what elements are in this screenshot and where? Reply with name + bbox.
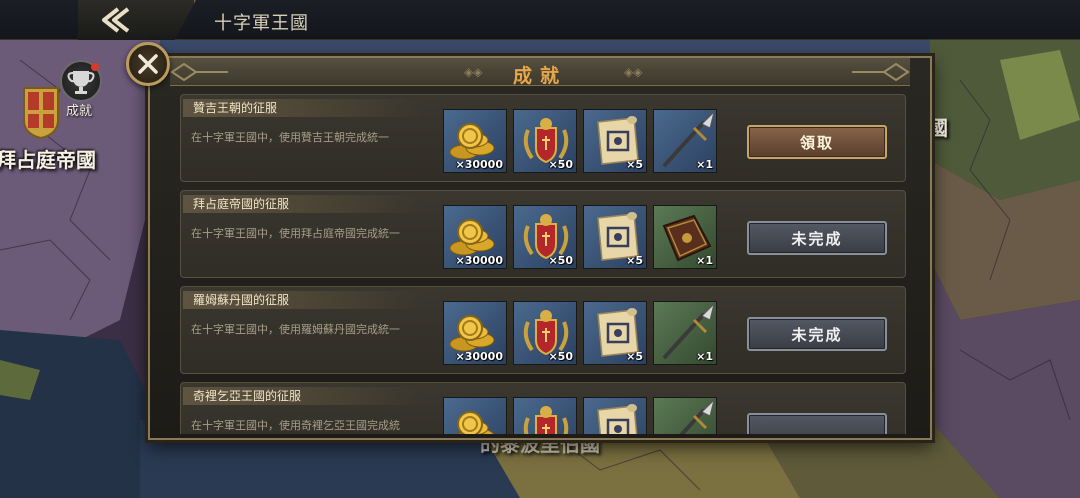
- reward-item[interactable]: ×5: [583, 205, 647, 269]
- reward-quantity: ×1: [696, 158, 713, 171]
- reward-quantity: ×50: [548, 350, 573, 363]
- reward-quantity: ×30000: [455, 158, 504, 171]
- reward-item[interactable]: [653, 397, 717, 434]
- achievement-title: 拜占庭帝國的征服: [183, 195, 423, 213]
- reward-item[interactable]: ×50: [513, 301, 577, 365]
- achievement-description: 在十字軍王國中，使用奇裡乞亞王國完成統: [191, 419, 400, 432]
- reward-item[interactable]: ×50: [513, 205, 577, 269]
- region-label-byzantine: 拜占庭帝國: [0, 148, 96, 172]
- reward-quantity: ×5: [626, 350, 643, 363]
- reward-item[interactable]: ×30000: [443, 301, 507, 365]
- medal-emblem-icon: [523, 406, 569, 434]
- close-icon: [138, 54, 158, 74]
- page-title: 十字軍王國: [214, 13, 309, 34]
- reward-item[interactable]: ×5: [583, 301, 647, 365]
- claim-button[interactable]: 領取: [747, 125, 887, 159]
- reward-item[interactable]: ×50: [513, 109, 577, 173]
- panel-header: ◈◈ 成就 ◈◈: [170, 58, 910, 87]
- reward-quantity: ×50: [548, 254, 573, 267]
- reward-quantity: ×1: [696, 350, 713, 363]
- achievement-button[interactable]: [60, 60, 102, 102]
- achievement-row: 奇裡乞亞王國的征服在十字軍王國中，使用奇裡乞亞王國完成統: [180, 382, 906, 434]
- achievement-description: 在十字軍王國中，使用羅姆蘇丹國完成統一: [191, 323, 400, 336]
- reward-quantity: ×30000: [455, 254, 504, 267]
- achievement-description: 在十字軍王國中，使用贊吉王朝完成統一: [191, 131, 389, 144]
- reward-quantity: ×1: [696, 254, 713, 267]
- back-button[interactable]: [78, 0, 196, 40]
- back-arrow-icon: [102, 7, 130, 33]
- reward-item[interactable]: ×30000: [443, 205, 507, 269]
- reward-item[interactable]: ×5: [583, 109, 647, 173]
- achievement-label: 成就: [66, 104, 93, 119]
- top-bar: 十字軍王國: [0, 0, 1080, 40]
- faction-shield-icon[interactable]: [22, 86, 60, 140]
- gold-coins-icon: [455, 411, 494, 434]
- reward-item[interactable]: [443, 397, 507, 434]
- reward-item[interactable]: ×1: [653, 109, 717, 173]
- panel-title: 成就: [512, 65, 567, 87]
- reward-item[interactable]: ×1: [653, 301, 717, 365]
- achievement-row: 羅姆蘇丹國的征服在十字軍王國中，使用羅姆蘇丹國完成統一 ×30000 ×50 ×5 ×1…: [180, 286, 906, 374]
- achievement-row: 贊吉王朝的征服在十字軍王國中，使用贊吉王朝完成統一 ×30000 ×50 ×5 ×1 領取: [180, 94, 906, 182]
- notification-dot: [91, 63, 99, 71]
- reward-quantity: ×5: [626, 158, 643, 171]
- scroll-icon: [597, 404, 638, 434]
- reward-quantity: ×5: [626, 254, 643, 267]
- close-button[interactable]: [126, 42, 170, 86]
- ornament-right-icon: [852, 62, 910, 82]
- achievement-row: 拜占庭帝國的征服在十字軍王國中，使用拜占庭帝國完成統一 ×30000 ×50 ×5 ×1…: [180, 190, 906, 278]
- incomplete-button[interactable]: 未完成: [747, 317, 887, 351]
- spear-icon: [679, 398, 715, 434]
- reward-item[interactable]: [513, 397, 577, 434]
- reward-item[interactable]: [583, 397, 647, 434]
- achievement-description: 在十字軍王國中，使用拜占庭帝國完成統一: [191, 227, 400, 240]
- achievement-title: 贊吉王朝的征服: [183, 99, 423, 117]
- reward-item[interactable]: ×1: [653, 205, 717, 269]
- achievement-list[interactable]: 贊吉王朝的征服在十字軍王國中，使用贊吉王朝完成統一 ×30000 ×50 ×5 ×1 領取…: [180, 94, 906, 434]
- incomplete-button[interactable]: 未完成: [747, 221, 887, 255]
- title-ornament-right-icon: ◈◈: [624, 65, 643, 79]
- achievement-panel: ◈◈ 成就 ◈◈ 贊吉王朝的征服在十字軍王國中，使用贊吉王朝完成統一 ×30000…: [148, 56, 932, 440]
- reward-quantity: ×30000: [455, 350, 504, 363]
- achievement-title: 奇裡乞亞王國的征服: [183, 387, 423, 405]
- incomplete-button[interactable]: [747, 413, 887, 434]
- reward-item[interactable]: ×30000: [443, 109, 507, 173]
- achievement-title: 羅姆蘇丹國的征服: [183, 291, 423, 309]
- reward-quantity: ×50: [548, 158, 573, 171]
